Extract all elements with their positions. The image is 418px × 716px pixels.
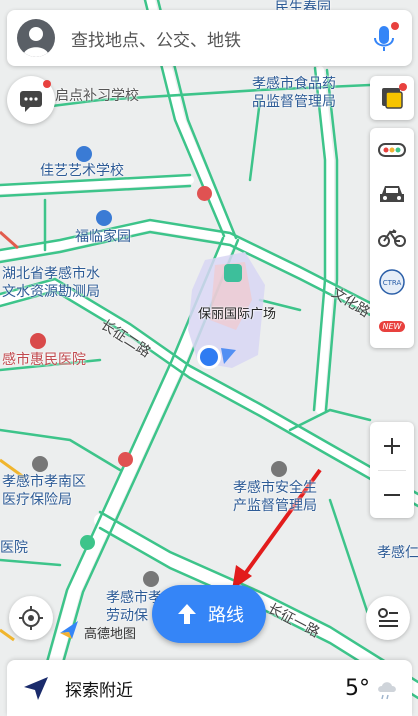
hospital-icon	[30, 333, 46, 349]
traffic-button[interactable]	[370, 128, 414, 172]
navigate-icon	[24, 677, 48, 700]
ctra-badge-text: CTRA	[383, 279, 402, 287]
route-arrow-icon	[178, 604, 196, 624]
weather-icon	[378, 682, 396, 700]
explore-label: 探索附近	[65, 680, 133, 701]
transit-icon	[80, 535, 95, 550]
poi-label[interactable]: 医院	[0, 540, 28, 557]
government-icon	[32, 456, 48, 472]
message-icon	[20, 80, 51, 112]
poi-label[interactable]: 孝感市食品药	[252, 76, 336, 93]
locate-button[interactable]	[9, 596, 53, 640]
map-tools-panel: CTRA NEW	[370, 128, 414, 348]
list-button[interactable]	[366, 596, 410, 640]
zoom-in-icon	[384, 438, 400, 454]
layers-icon	[382, 83, 407, 109]
taxi-button[interactable]	[370, 172, 414, 216]
poi-label[interactable]: 感市惠民医院	[2, 352, 86, 369]
bike-button[interactable]	[370, 216, 414, 260]
poi-label[interactable]: 湖北省孝感市水	[2, 266, 100, 283]
temperature: 5°	[345, 675, 370, 701]
list-icon	[378, 608, 398, 627]
poi-label[interactable]: 启点补习学校	[55, 88, 139, 105]
ctra-button[interactable]: CTRA	[370, 260, 414, 304]
mic-icon[interactable]	[364, 18, 404, 58]
poi-label[interactable]: 孝感市安全生	[233, 480, 317, 497]
layers-button[interactable]	[370, 76, 414, 120]
government-icon	[143, 571, 159, 587]
search-input[interactable]: 查找地点、公交、地铁	[71, 26, 364, 51]
poi-label[interactable]: 福临家园	[75, 229, 131, 246]
new-feature-button[interactable]: NEW	[370, 304, 414, 348]
bank-icon	[118, 452, 133, 467]
explore-bar[interactable]: 探索附近 5°	[7, 660, 412, 716]
amap-logo-icon	[60, 621, 80, 639]
government-icon	[271, 461, 287, 477]
zoom-out-button[interactable]	[370, 471, 414, 518]
poi-label[interactable]: 品监督管理局	[252, 94, 336, 111]
search-bar[interactable]: 查找地点、公交、地铁	[7, 10, 412, 66]
school-icon	[76, 146, 92, 162]
poi-label[interactable]: 产监督管理局	[233, 498, 317, 515]
residence-icon	[96, 210, 112, 226]
zoom-out-icon	[384, 493, 400, 496]
avatar-icon[interactable]	[17, 19, 55, 57]
poi-label[interactable]: 佳艺艺术学校	[40, 163, 124, 180]
poi-label[interactable]: 医疗保险局	[2, 492, 72, 509]
amap-logo-text: 高德地图	[84, 627, 137, 642]
bike-icon	[378, 229, 406, 247]
mall-icon	[224, 264, 242, 282]
traffic-icon	[378, 143, 406, 157]
taxi-icon	[380, 186, 404, 202]
poi-label[interactable]: 保丽国际广场	[198, 306, 276, 323]
zoom-controls	[370, 422, 414, 518]
new-badge: NEW	[378, 320, 406, 332]
zoom-in-button[interactable]	[370, 422, 414, 470]
route-button-label: 路线	[208, 605, 244, 626]
ctra-icon: CTRA	[379, 269, 405, 295]
locate-icon	[19, 606, 43, 630]
message-button[interactable]	[7, 76, 55, 124]
route-button[interactable]: 路线	[152, 585, 266, 643]
poi-label[interactable]: 孝感仁	[377, 545, 418, 562]
poi-label[interactable]: 文水资源勘测局	[2, 284, 100, 301]
bank-icon	[197, 186, 212, 201]
poi-label[interactable]: 孝感市孝南区	[2, 474, 86, 491]
